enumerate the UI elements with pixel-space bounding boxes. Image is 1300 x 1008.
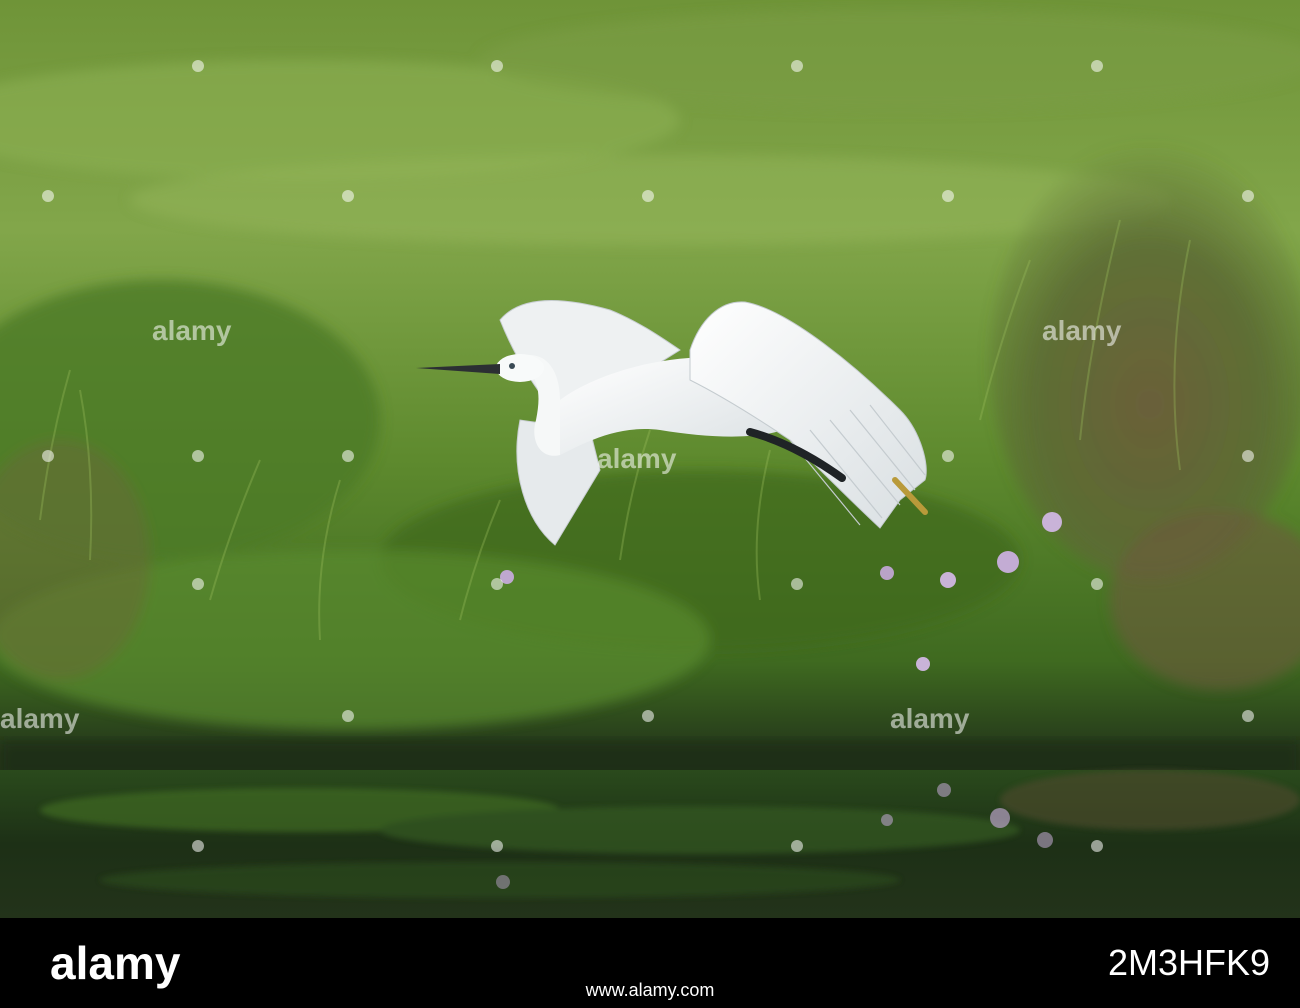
watermark-logo: alamy (890, 703, 970, 734)
watermark-logo: alamy (152, 315, 232, 346)
egret-eye (509, 363, 515, 369)
site-url[interactable]: www.alamy.com (0, 980, 1300, 1001)
photo: alamy alamy alamy alamy alamy (0, 0, 1300, 918)
egret-photo: alamy alamy alamy alamy alamy (0, 0, 1300, 918)
watermark-logo: alamy (1042, 315, 1122, 346)
stock-photo-page: alamy alamy alamy alamy alamy alamy 2M3H… (0, 0, 1300, 1008)
footer-bar: alamy 2M3HFK9 www.alamy.com (0, 918, 1300, 1008)
watermark-logo: alamy (0, 703, 80, 734)
egret-head (496, 354, 544, 382)
watermark-logo: alamy (597, 443, 677, 474)
